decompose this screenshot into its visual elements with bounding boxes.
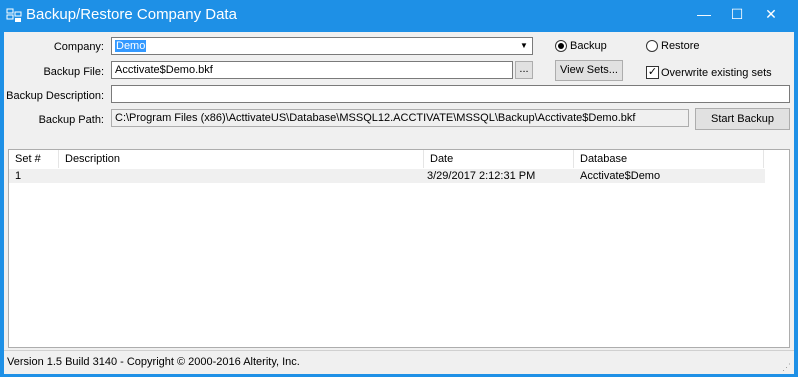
- backup-description-label: Backup Description:: [6, 90, 104, 102]
- column-header-date[interactable]: Date: [424, 150, 574, 168]
- close-button[interactable]: ✕: [748, 0, 794, 28]
- column-header-database[interactable]: Database: [574, 150, 764, 168]
- cell-set: 1: [15, 170, 22, 182]
- backup-app-icon: [6, 8, 22, 22]
- backup-radio[interactable]: [555, 40, 567, 52]
- overwrite-checkbox[interactable]: ✓: [646, 66, 659, 79]
- view-sets-button[interactable]: View Sets...: [555, 60, 623, 81]
- backup-sets-list[interactable]: Set # Description Date Database 1 3/29/2…: [8, 149, 790, 348]
- company-label: Company:: [4, 41, 104, 53]
- backup-path-label: Backup Path:: [38, 114, 104, 126]
- backup-description-input[interactable]: [111, 85, 790, 103]
- start-backup-button[interactable]: Start Backup: [695, 108, 790, 130]
- restore-radio-label[interactable]: Restore: [661, 40, 700, 52]
- company-value: Demo: [115, 40, 147, 52]
- window-title: Backup/Restore Company Data: [26, 6, 237, 23]
- table-row[interactable]: 1 3/29/2017 2:12:31 PM Acctivate$Demo: [9, 169, 765, 183]
- version-text: Version 1.5 Build 3140 - Copyright © 200…: [7, 356, 300, 368]
- radio-selected-dot: [558, 43, 564, 49]
- column-header-set[interactable]: Set #: [9, 150, 59, 168]
- backup-radio-label[interactable]: Backup: [570, 40, 607, 52]
- list-header: Set # Description Date Database: [9, 150, 789, 168]
- backup-file-label: Backup File:: [43, 66, 104, 78]
- company-combobox[interactable]: Demo ▼: [111, 37, 533, 55]
- chevron-down-icon[interactable]: ▼: [516, 38, 532, 54]
- backup-path-field[interactable]: C:\Program Files (x86)\ActtivateUS\Datab…: [111, 109, 689, 127]
- backup-restore-window: Backup/Restore Company Data — ☐ ✕ Compan…: [0, 0, 798, 377]
- dialog-client-area: Company: Demo ▼ Backup Restore Backup Fi…: [4, 32, 794, 374]
- overwrite-label[interactable]: Overwrite existing sets: [661, 67, 772, 79]
- restore-radio[interactable]: [646, 40, 658, 52]
- column-header-description[interactable]: Description: [59, 150, 424, 168]
- backup-file-input[interactable]: Acctivate$Demo.bkf: [111, 61, 513, 79]
- status-bar: Version 1.5 Build 3140 - Copyright © 200…: [4, 350, 794, 374]
- title-bar[interactable]: Backup/Restore Company Data — ☐ ✕: [0, 0, 798, 32]
- cell-database: Acctivate$Demo: [580, 170, 661, 182]
- resize-grip-icon[interactable]: ⋰: [782, 362, 792, 372]
- cell-date: 3/29/2017 2:12:31 PM: [427, 170, 536, 182]
- company-label-text: Company:: [53, 41, 104, 53]
- browse-button[interactable]: ...: [515, 61, 533, 79]
